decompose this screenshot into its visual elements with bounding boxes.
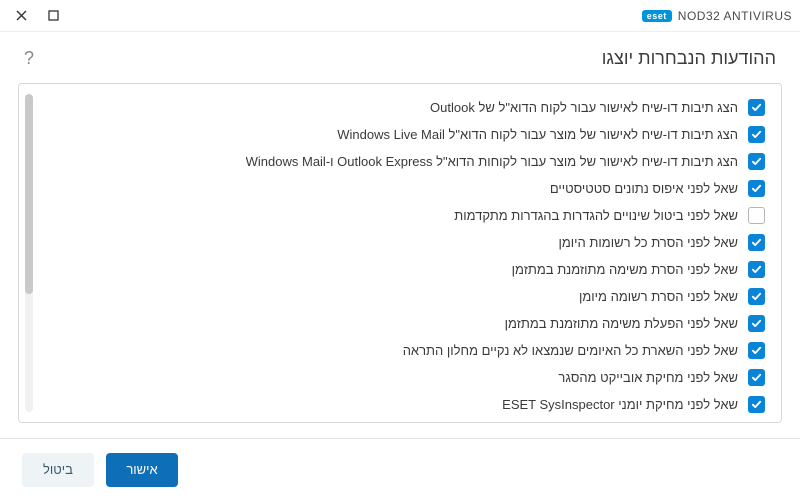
window-controls	[12, 7, 62, 25]
list-item-label: שאל לפני הפעלת משימה מתוזמנת במתזמן	[505, 316, 738, 331]
close-icon[interactable]	[12, 7, 30, 25]
checkbox[interactable]	[748, 396, 765, 413]
list-item: הצג תיבות דו-שיח לאישור עבור לקוח הדוא"ל…	[27, 94, 769, 121]
checkbox[interactable]	[748, 261, 765, 278]
list-item: שאל לפני הסרת משימה מתוזמנת במתזמן	[27, 256, 769, 283]
list-item: הצג תיבות דו-שיח לאישור של מוצר עבור לקו…	[27, 121, 769, 148]
checkbox[interactable]	[748, 99, 765, 116]
ok-button[interactable]: אישור	[106, 453, 178, 487]
list-item: שאל לפני מחיקת יומני ESET SysInspector	[27, 391, 769, 418]
product-brand: eset NOD32 ANTIVIRUS	[642, 9, 792, 23]
scrollbar-thumb[interactable]	[25, 94, 33, 294]
checkbox[interactable]	[748, 315, 765, 332]
cancel-button[interactable]: ביטול	[22, 453, 94, 487]
list-item-label: הצג תיבות דו-שיח לאישור של מוצר עבור לקו…	[337, 127, 738, 142]
checkbox[interactable]	[748, 126, 765, 143]
help-icon[interactable]: ?	[24, 48, 34, 69]
options-list: הצג תיבות דו-שיח לאישור עבור לקוח הדוא"ל…	[18, 83, 782, 423]
checkbox[interactable]	[748, 234, 765, 251]
list-item: שאל לפני הפעלת משימה מתוזמנת במתזמן	[27, 310, 769, 337]
list-item: שאל לפני הסרת רשומה מיומן	[27, 283, 769, 310]
checkbox[interactable]	[748, 153, 765, 170]
brand-badge: eset	[642, 10, 672, 22]
maximize-icon[interactable]	[44, 7, 62, 25]
page-title: ההודעות הנבחרות יוצגו	[602, 48, 776, 69]
titlebar: eset NOD32 ANTIVIRUS	[0, 0, 800, 32]
list-item-label: הצג תיבות דו-שיח לאישור של מוצר עבור לקו…	[246, 154, 738, 169]
list-item-label: שאל לפני השארת כל האיומים שנמצאו לא נקיי…	[403, 343, 738, 358]
list-item: שאל לפני הסרת כל רשומות היומן	[27, 229, 769, 256]
checkbox[interactable]	[748, 288, 765, 305]
list-item: הצג תיבות דו-שיח לאישור של מוצר עבור לקו…	[27, 148, 769, 175]
checkbox[interactable]	[748, 207, 765, 224]
list-item-label: שאל לפני הסרת משימה מתוזמנת במתזמן	[512, 262, 738, 277]
list-item-label: שאל לפני מחיקת אובייקט מהסגר	[558, 370, 738, 385]
footer: אישור ביטול	[0, 438, 800, 500]
list-item: שאל לפני ביטול שינויים להגדרות בהגדרות מ…	[27, 202, 769, 229]
list-item: שאל לפני איפוס נתונים סטטיסטיים	[27, 175, 769, 202]
list-item-label: שאל לפני ביטול שינויים להגדרות בהגדרות מ…	[454, 208, 738, 223]
list-item: שאל לפני השארת כל האיומים שנמצאו לא נקיי…	[27, 337, 769, 364]
product-name: NOD32 ANTIVIRUS	[678, 9, 792, 23]
checkbox[interactable]	[748, 342, 765, 359]
list-item-label: הצג תיבות דו-שיח לאישור עבור לקוח הדוא"ל…	[430, 100, 738, 115]
list-item-label: שאל לפני מחיקת יומני ESET SysInspector	[502, 397, 738, 412]
list-item: שאל לפני מחיקת אובייקט מהסגר	[27, 364, 769, 391]
list-item-label: שאל לפני איפוס נתונים סטטיסטיים	[550, 181, 738, 196]
scrollbar-track[interactable]	[25, 94, 33, 412]
header: ההודעות הנבחרות יוצגו ?	[0, 32, 800, 83]
list-item-label: שאל לפני הסרת כל רשומות היומן	[559, 235, 739, 250]
checkbox[interactable]	[748, 369, 765, 386]
checkbox[interactable]	[748, 180, 765, 197]
list-item-label: שאל לפני הסרת רשומה מיומן	[579, 289, 738, 304]
